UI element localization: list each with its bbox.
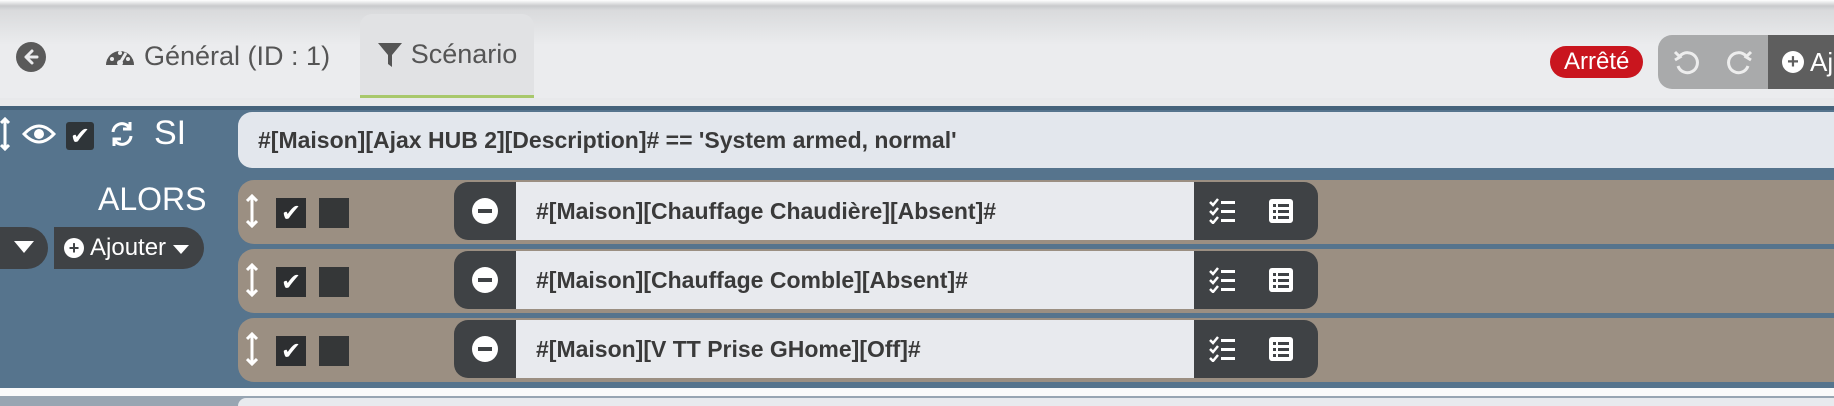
eye-icon[interactable] <box>21 123 57 150</box>
tab-scenario[interactable]: Scénario <box>360 14 534 98</box>
status-badge: Arrêté <box>1550 46 1644 78</box>
checklist-icon[interactable] <box>1208 267 1236 298</box>
refresh-icon[interactable] <box>108 120 136 153</box>
tab-general-label: Général (ID : 1) <box>144 40 331 71</box>
block-controls: ✔ <box>0 116 136 156</box>
condition-field[interactable]: #[Maison][Ajax HUB 2][Description]# == '… <box>238 112 1834 168</box>
checklist-icon[interactable] <box>1208 336 1236 367</box>
tab-general[interactable]: Général (ID : 1) <box>104 14 330 98</box>
filter-icon <box>377 41 403 69</box>
action-parallel-checkbox[interactable] <box>319 336 349 366</box>
plus-circle-icon: + <box>64 238 84 258</box>
redo-icon[interactable] <box>1712 35 1768 89</box>
action-row: ✔ #[Maison][V TT Prise GHome][Off]# <box>238 318 1834 382</box>
action-command-group: #[Maison][V TT Prise GHome][Off]# <box>454 320 1318 378</box>
list-icon[interactable] <box>1268 198 1294 229</box>
add-action-label: Ajouter <box>90 234 167 261</box>
add-action-button[interactable]: + Ajouter <box>54 227 204 269</box>
next-condition-field <box>238 398 1834 406</box>
minus-circle-icon <box>472 198 498 224</box>
action-parallel-checkbox[interactable] <box>319 198 349 228</box>
minus-circle-icon <box>472 267 498 293</box>
list-icon[interactable] <box>1268 336 1294 367</box>
action-row: ✔ #[Maison][Chauffage Comble][Absent]# <box>238 249 1834 313</box>
plus-circle-icon: + <box>1782 51 1804 73</box>
action-command-field[interactable]: #[Maison][Chauffage Comble][Absent]# <box>516 251 1194 309</box>
alors-label: ALORS <box>98 181 207 217</box>
action-enabled-checkbox[interactable]: ✔ <box>276 198 306 228</box>
checklist-icon[interactable] <box>1208 198 1236 229</box>
move-vertical-icon[interactable] <box>245 331 259 374</box>
move-vertical-icon[interactable] <box>245 193 259 236</box>
action-row: ✔ #[Maison][Chauffage Chaudière][Absent]… <box>238 180 1834 244</box>
caret-down-icon <box>172 234 190 262</box>
top-shadow <box>0 0 1834 10</box>
dashboard-icon <box>104 43 136 69</box>
si-label: SI <box>154 114 187 152</box>
list-icon[interactable] <box>1268 267 1294 298</box>
block-top-border <box>0 106 1834 110</box>
block-enabled-checkbox[interactable]: ✔ <box>66 122 94 150</box>
history-button-group: + Aj <box>1658 35 1834 89</box>
action-enabled-checkbox[interactable]: ✔ <box>276 267 306 297</box>
undo-icon[interactable] <box>1658 35 1714 89</box>
action-parallel-checkbox[interactable] <box>319 267 349 297</box>
remove-action-button[interactable] <box>454 320 516 378</box>
remove-action-button[interactable] <box>454 182 516 240</box>
tab-scenario-label: Scénario <box>410 39 518 69</box>
collapse-dropdown-button[interactable] <box>0 227 48 269</box>
arrow-left-icon[interactable] <box>16 42 46 72</box>
action-enabled-checkbox[interactable]: ✔ <box>276 336 306 366</box>
action-command-field[interactable]: #[Maison][V TT Prise GHome][Off]# <box>516 320 1194 378</box>
remove-action-button[interactable] <box>454 251 516 309</box>
minus-circle-icon <box>472 336 498 362</box>
add-button-label: Aj <box>1810 46 1834 77</box>
move-vertical-icon[interactable] <box>0 116 12 156</box>
add-button[interactable]: + Aj <box>1768 35 1834 89</box>
move-vertical-icon[interactable] <box>245 262 259 305</box>
caret-down-icon <box>13 237 35 260</box>
action-command-group: #[Maison][Chauffage Comble][Absent]# <box>454 251 1318 309</box>
action-command-field[interactable]: #[Maison][Chauffage Chaudière][Absent]# <box>516 182 1194 240</box>
action-command-group: #[Maison][Chauffage Chaudière][Absent]# <box>454 182 1318 240</box>
